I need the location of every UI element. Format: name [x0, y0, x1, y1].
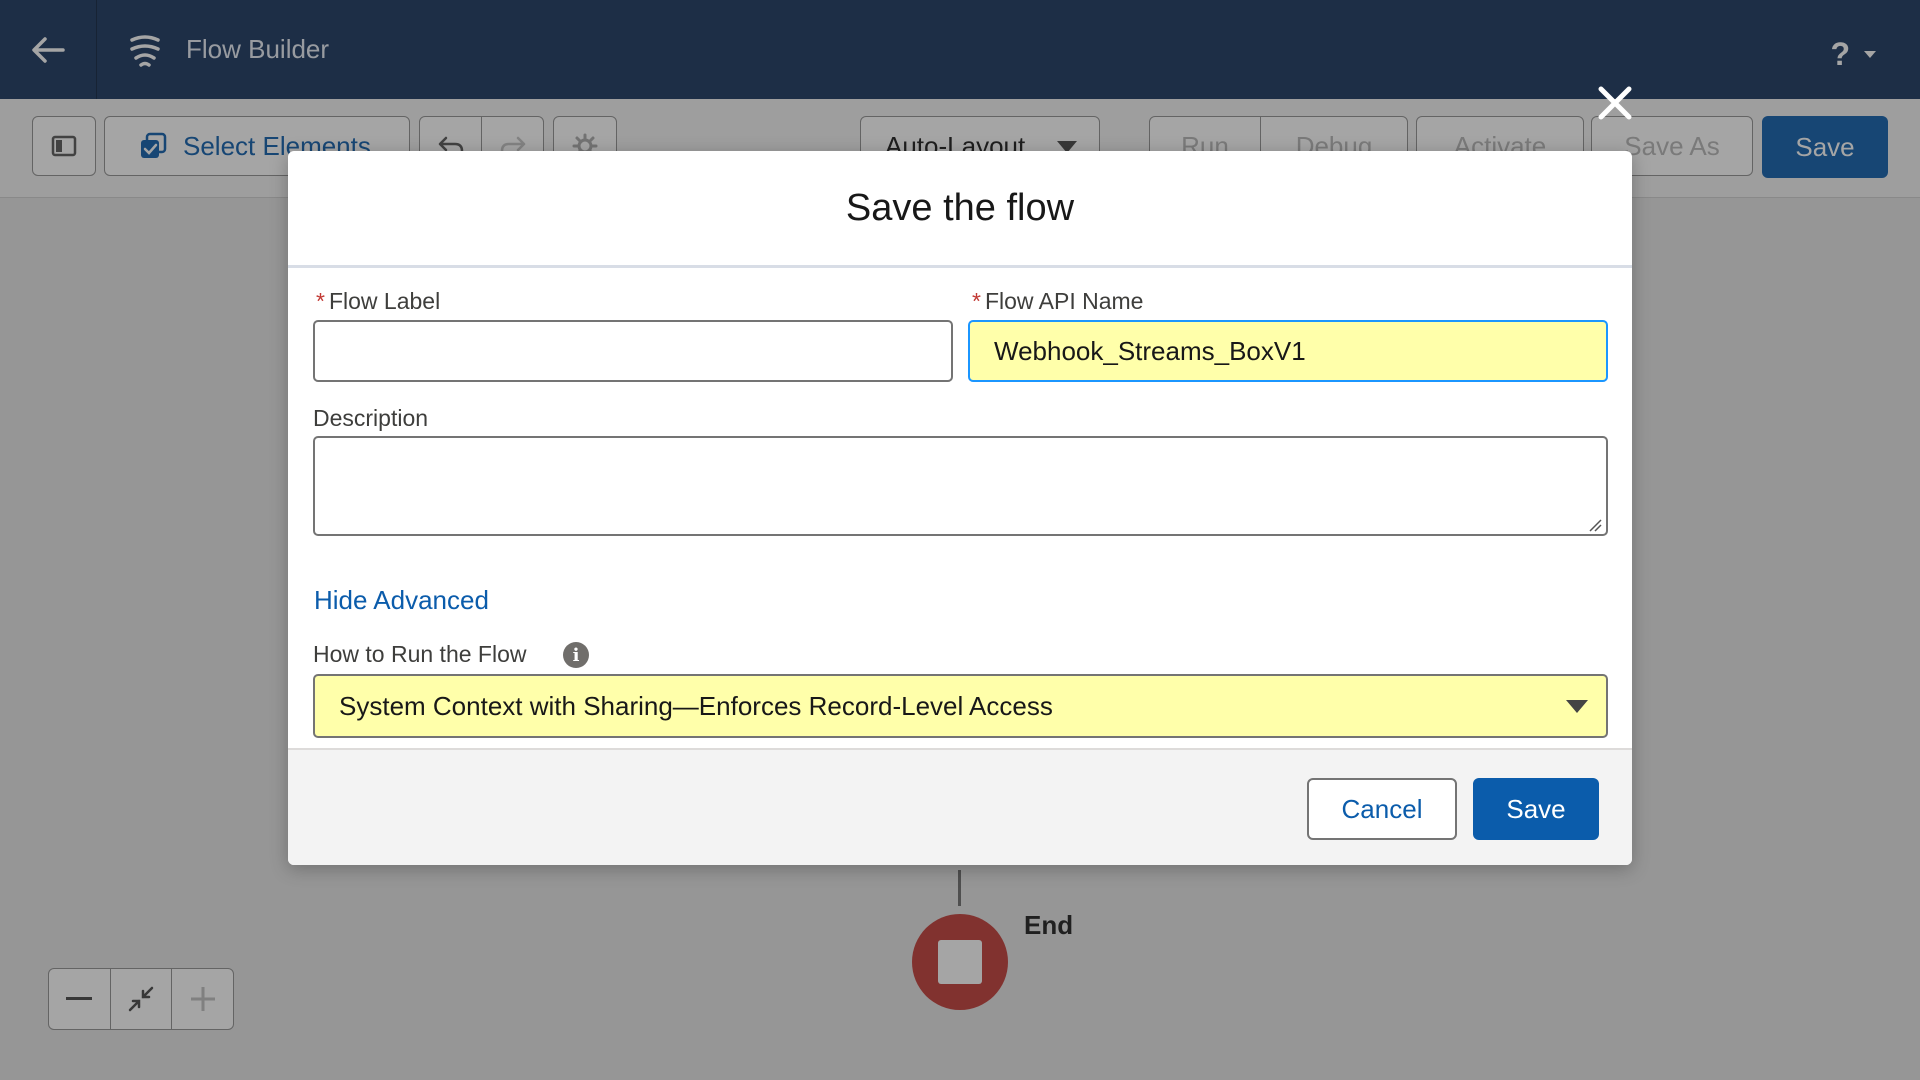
resize-grip-icon[interactable] [1588, 518, 1602, 532]
modal-body: *Flow Label *Flow API Name Description H… [288, 268, 1632, 748]
required-indicator: * [316, 288, 325, 314]
run-mode-selected-value: System Context with Sharing—Enforces Rec… [339, 690, 1053, 721]
modal-title: Save the flow [845, 186, 1075, 229]
info-icon[interactable]: i [563, 642, 589, 668]
modal-footer: Cancel Save [288, 748, 1632, 865]
save-button[interactable]: Save [1473, 778, 1599, 840]
flow-label-input[interactable] [313, 320, 953, 382]
description-field-label: Description [313, 405, 429, 431]
save-flow-modal: Save the flow * Flow Label * Flow API Name… [288, 151, 1632, 865]
flow-label-field-label: * Flow Label [316, 288, 440, 315]
chevron-down-icon [1566, 700, 1588, 713]
modal-close-button[interactable] [1592, 80, 1638, 126]
required-indicator: * [972, 288, 981, 314]
hide-advanced-link[interactable]: Hide Advanced [314, 585, 489, 616]
modal-header: Save the flow [288, 151, 1632, 268]
description-textarea[interactable] [313, 436, 1608, 536]
flow-api-name-text: Flow API Name [984, 288, 1144, 314]
flow-api-name-field-label: * Flow API Name [972, 288, 1143, 315]
flow-api-name-input[interactable] [968, 320, 1608, 382]
flow-label-text: Flow Label [328, 288, 441, 314]
cancel-button[interactable]: Cancel [1307, 778, 1457, 840]
close-icon [1598, 86, 1632, 120]
run-mode-select[interactable]: System Context with Sharing—Enforces Rec… [313, 674, 1608, 738]
run-mode-field-label: How to Run the Flow [313, 641, 527, 667]
